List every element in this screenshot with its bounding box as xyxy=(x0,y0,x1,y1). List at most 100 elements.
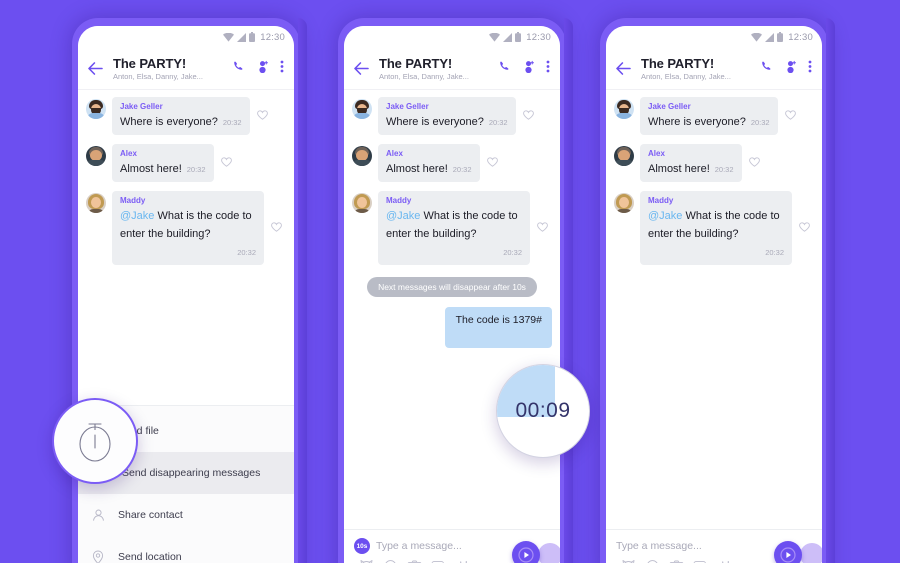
sticker-cat-icon[interactable] xyxy=(616,559,640,563)
message-bubble[interactable]: Alex Almost here! 20:32 xyxy=(640,144,742,182)
message-row: Jake Geller Where is everyone? 20:32 xyxy=(78,97,294,144)
send-timer-icon[interactable] xyxy=(774,541,802,563)
message-bubble[interactable]: Jake Geller Where is everyone? 20:32 xyxy=(112,97,250,135)
avatar[interactable] xyxy=(352,193,372,213)
message-row: Alex Almost here! 20:32 xyxy=(344,144,560,191)
message-bubble[interactable]: Alex Almost here! 20:32 xyxy=(378,144,480,182)
back-arrow-icon[interactable] xyxy=(351,62,371,75)
more-dots-icon[interactable] xyxy=(738,559,762,563)
message-mention[interactable]: @Jake xyxy=(648,210,682,222)
gif-icon[interactable]: GIF xyxy=(427,559,451,563)
menu-item-label: Send location xyxy=(118,551,182,563)
message-list-3[interactable]: Jake Geller Where is everyone? 20:32 Alex… xyxy=(606,90,822,529)
message-sender: Jake Geller xyxy=(386,102,429,111)
camera-icon[interactable] xyxy=(665,559,689,563)
disappearing-notice: Next messages will disappear after 10s xyxy=(367,277,537,297)
message-text: Almost here! xyxy=(648,163,710,175)
chat-title-block[interactable]: The PARTY! Anton, Elsa, Danny, Jake... xyxy=(633,56,761,82)
camera-icon[interactable] xyxy=(403,559,427,563)
back-arrow-icon[interactable] xyxy=(85,62,105,75)
call-icon[interactable] xyxy=(761,60,773,78)
message-time: 20:32 xyxy=(237,248,256,257)
countdown-timer-badge: 00:09 xyxy=(496,364,590,458)
mic-secondary-button[interactable] xyxy=(538,543,560,563)
voice-wave-icon[interactable] xyxy=(713,559,737,563)
message-input-placeholder[interactable]: Type a message... xyxy=(376,540,462,552)
chat-title: The PARTY! xyxy=(641,55,715,71)
heart-icon[interactable] xyxy=(537,219,548,237)
message-time: 20:32 xyxy=(186,165,206,174)
avatar[interactable] xyxy=(86,99,106,119)
back-arrow-icon[interactable] xyxy=(613,62,633,75)
message-text: Almost here! xyxy=(386,163,448,175)
avatar[interactable] xyxy=(614,99,634,119)
outgoing-message-row: The code is 1379# xyxy=(344,307,560,348)
chat-title-block[interactable]: The PARTY! Anton, Elsa, Danny, Jake... xyxy=(105,56,233,82)
message-bubble[interactable]: Maddy @Jake What is the code to enter th… xyxy=(640,191,792,265)
gif-icon[interactable]: GIF xyxy=(689,559,713,563)
chat-title-block[interactable]: The PARTY! Anton, Elsa, Danny, Jake... xyxy=(371,56,499,82)
message-bubble[interactable]: Jake Geller Where is everyone? 20:32 xyxy=(378,97,516,135)
message-mention[interactable]: @Jake xyxy=(386,210,420,222)
chat-header: The PARTY! Anton, Elsa, Danny, Jake... xyxy=(606,48,822,90)
emoji-icon[interactable] xyxy=(640,559,664,563)
avatar[interactable] xyxy=(614,146,634,166)
emoji-icon[interactable] xyxy=(378,559,402,563)
menu-item-label: Share contact xyxy=(118,509,183,521)
heart-icon[interactable] xyxy=(784,107,796,125)
message-input-placeholder[interactable]: Type a message... xyxy=(616,540,702,552)
message-mention[interactable]: @Jake xyxy=(120,210,154,222)
message-bubble[interactable]: Jake Geller Where is everyone? 20:32 xyxy=(640,97,778,135)
avatar[interactable] xyxy=(614,193,634,213)
avatar[interactable] xyxy=(86,146,106,166)
avatar[interactable] xyxy=(86,193,106,213)
message-bubble[interactable]: Alex Almost here! 20:32 xyxy=(112,144,214,182)
chat-participants: Anton, Elsa, Danny, Jake... xyxy=(113,71,203,81)
overflow-menu-icon[interactable] xyxy=(808,60,812,78)
signal-icon xyxy=(765,32,775,42)
chat-header: The PARTY! Anton, Elsa, Danny, Jake... xyxy=(344,48,560,90)
phone-mockup-2: 12:30 The PARTY! Anton, Elsa, Danny, Jak… xyxy=(338,18,573,563)
heart-icon[interactable] xyxy=(486,154,498,172)
status-bar: 12:30 xyxy=(78,26,294,48)
message-list-2[interactable]: Jake Geller Where is everyone? 20:32 Alex… xyxy=(344,90,560,529)
add-participant-icon[interactable] xyxy=(784,60,797,78)
add-participant-icon[interactable] xyxy=(256,60,269,78)
heart-icon[interactable] xyxy=(748,154,760,172)
signal-icon xyxy=(503,32,513,42)
message-composer-2[interactable]: 10s Type a message... GIF xyxy=(344,529,560,563)
send-timer-icon[interactable] xyxy=(512,541,540,563)
more-dots-icon[interactable] xyxy=(476,559,500,563)
outgoing-message-bubble[interactable]: The code is 1379# xyxy=(444,307,552,348)
stopwatch-icon xyxy=(79,423,111,462)
heart-icon[interactable] xyxy=(271,219,282,237)
battery-icon xyxy=(515,32,522,42)
message-row: Alex Almost here! 20:32 xyxy=(78,144,294,191)
heart-icon[interactable] xyxy=(220,154,232,172)
message-sender: Jake Geller xyxy=(120,102,163,111)
ttl-badge[interactable]: 10s xyxy=(354,538,370,554)
menu-item-share-contact[interactable]: Share contact xyxy=(78,494,294,536)
status-bar-time: 12:30 xyxy=(526,31,551,43)
status-bar: 12:30 xyxy=(606,26,822,48)
wifi-icon xyxy=(489,32,501,42)
message-bubble[interactable]: Maddy @Jake What is the code to enter th… xyxy=(378,191,530,265)
voice-wave-icon[interactable] xyxy=(451,559,475,563)
call-icon[interactable] xyxy=(233,60,245,78)
menu-item-send-location[interactable]: Send location xyxy=(78,536,294,563)
call-icon[interactable] xyxy=(499,60,511,78)
add-participant-icon[interactable] xyxy=(522,60,535,78)
heart-icon[interactable] xyxy=(522,107,534,125)
countdown-timer-value: 00:09 xyxy=(515,399,571,422)
mic-secondary-button[interactable] xyxy=(800,543,822,563)
heart-icon[interactable] xyxy=(799,219,810,237)
message-bubble[interactable]: Maddy @Jake What is the code to enter th… xyxy=(112,191,264,265)
overflow-menu-icon[interactable] xyxy=(546,60,550,78)
sticker-cat-icon[interactable] xyxy=(354,559,378,563)
heart-icon[interactable] xyxy=(256,107,268,125)
avatar[interactable] xyxy=(352,146,372,166)
overflow-menu-icon[interactable] xyxy=(280,60,284,78)
avatar[interactable] xyxy=(352,99,372,119)
message-composer-3[interactable]: Type a message... GIF xyxy=(606,529,822,563)
message-time: 20:32 xyxy=(750,118,770,127)
